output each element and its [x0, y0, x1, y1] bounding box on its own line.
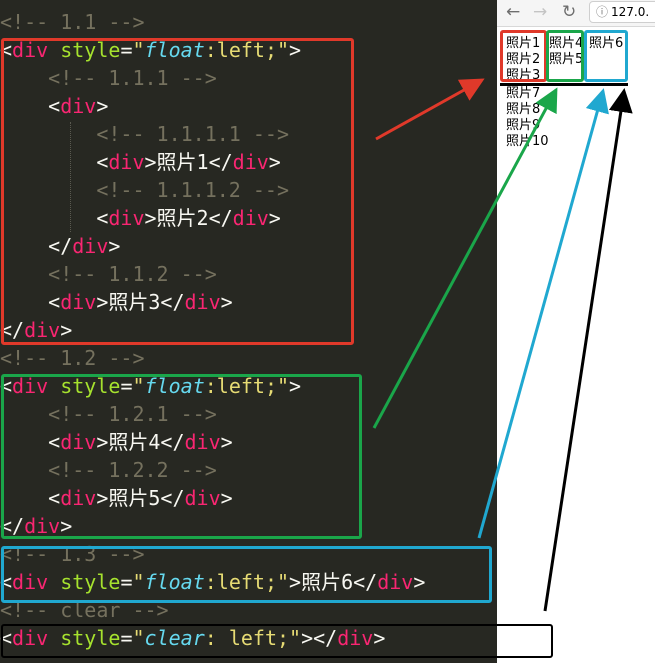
red-arrow: [375, 78, 485, 141]
blue-arrow: [477, 88, 609, 539]
green-arrow: [372, 87, 558, 429]
annotation-arrows: [372, 78, 633, 612]
black-arrow: [543, 88, 633, 612]
